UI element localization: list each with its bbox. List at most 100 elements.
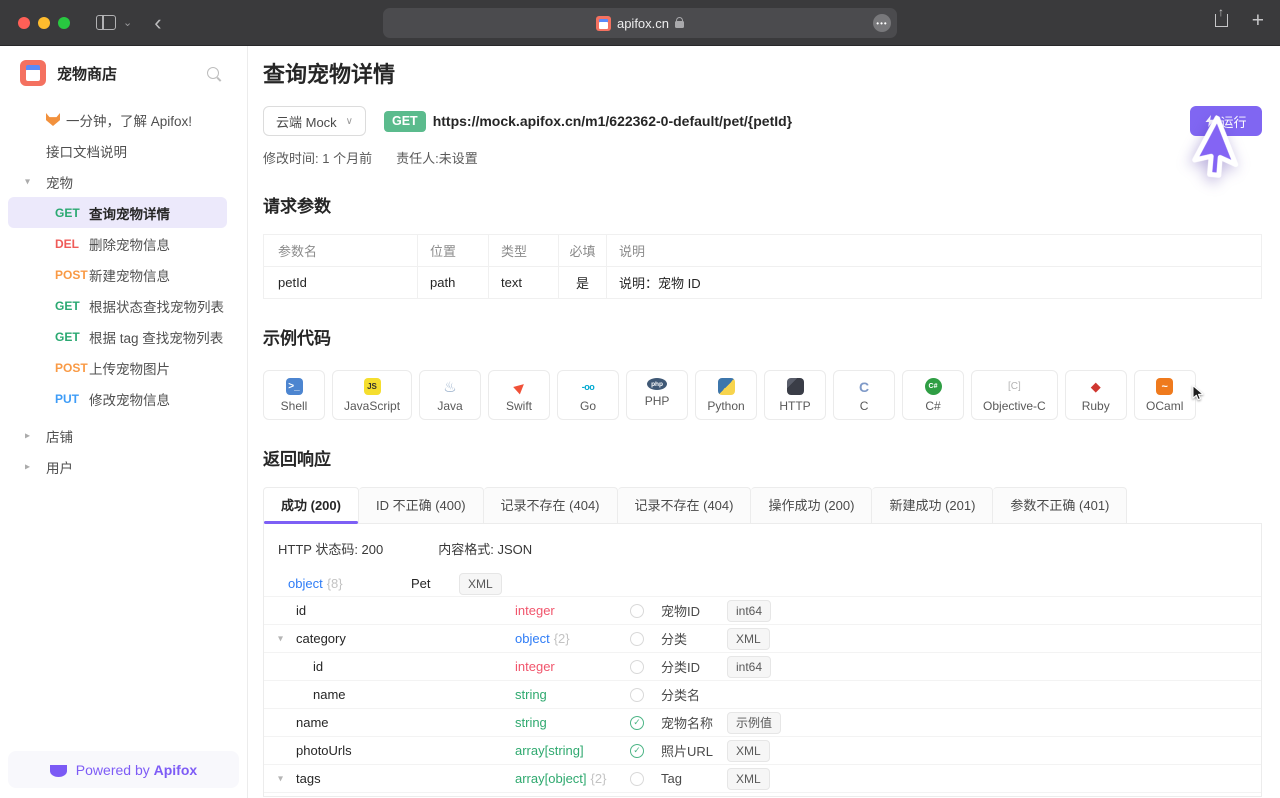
lang-label: HTTP — [779, 399, 810, 413]
schema-badge: int64 — [727, 656, 771, 678]
section-params-title: 请求参数 — [263, 195, 1262, 219]
schema-row: photoUrlsarray[string]照片URLXML — [264, 737, 1261, 765]
lang-card-ruby[interactable]: ◆Ruby — [1065, 370, 1127, 420]
lang-label: C# — [925, 399, 940, 413]
schema-field-desc: 宠物名称 — [661, 713, 727, 732]
lang-card-c-[interactable]: C#C# — [902, 370, 964, 420]
zoom-window-button[interactable] — [58, 17, 70, 29]
main-content: 查询宠物详情 云端 Mock ∨ GET https://mock.apifox… — [248, 46, 1280, 798]
sidebar-item-label: 查询宠物详情 — [89, 203, 170, 223]
lang-card-python[interactable]: Python — [695, 370, 757, 420]
xml-badge[interactable]: XML — [727, 628, 770, 650]
fox-emoji-icon — [46, 113, 60, 126]
project-logo — [20, 60, 46, 86]
meta-row: 修改时间: 1 个月前 责任人:未设置 — [263, 148, 1262, 167]
ocaml-icon: ~ — [1156, 378, 1173, 395]
schema-field-type: object{2} — [515, 631, 630, 646]
schema-root-type: object{8} — [288, 576, 411, 591]
lang-card-c[interactable]: CC — [833, 370, 895, 420]
more-circle-icon[interactable]: ••• — [873, 14, 891, 32]
new-tab-plus-icon[interactable]: + — [1252, 9, 1264, 33]
caret-right-icon[interactable]: ▸ — [25, 461, 30, 472]
params-col-header: 位置 — [418, 235, 489, 267]
sidebar-nav: 一分钟，了解 Apifox!接口文档说明▾宠物GET查询宠物详情DEL删除宠物信… — [0, 104, 247, 482]
schema-row: ▾tagsarray[object]{2}TagXML — [264, 765, 1261, 793]
sidebar-item-folder[interactable]: ▸用户 — [0, 451, 247, 482]
response-tab[interactable]: 新建成功 (201) — [872, 487, 993, 524]
sidebar-item-label: 接口文档说明 — [46, 141, 127, 161]
xml-badge[interactable]: XML — [727, 740, 770, 762]
lang-card-http[interactable]: HTTP — [764, 370, 826, 420]
sidebar-item-get-endpoint[interactable]: GET查询宠物详情 — [8, 197, 227, 228]
sidebar-toggle-icon[interactable] — [96, 15, 116, 30]
schema-field-desc: 分类ID — [661, 657, 727, 676]
lang-card-php[interactable]: phpPHP — [626, 370, 688, 420]
xml-badge[interactable]: XML — [459, 573, 502, 595]
swift-icon: ▶ — [507, 374, 531, 398]
optional-circle-icon — [630, 660, 644, 674]
params-col-header: 参数名 — [264, 235, 418, 267]
response-tab[interactable]: 记录不存在 (404) — [618, 487, 752, 524]
lang-card-shell[interactable]: >_Shell — [263, 370, 325, 420]
caret-down-icon[interactable]: ▾ — [278, 773, 283, 784]
schema-field-type: array[object]{2} — [515, 771, 630, 786]
sidebar-header: 宠物商店 — [0, 46, 247, 86]
sidebar-item-label: 一分钟，了解 Apifox! — [66, 110, 192, 130]
schema-field-desc: 宠物ID — [661, 601, 727, 620]
http-status: HTTP 状态码: 200 — [278, 539, 383, 558]
response-tab[interactable]: 记录不存在 (404) — [484, 487, 618, 524]
address-bar[interactable]: apifox.cn ••• — [383, 8, 897, 38]
lang-card-java[interactable]: ♨Java — [419, 370, 481, 420]
method-label: POST — [55, 268, 89, 282]
lang-card-objective-c[interactable]: [C]Objective-C — [971, 370, 1058, 420]
xml-badge[interactable]: XML — [727, 768, 770, 790]
lang-label: Ruby — [1082, 399, 1110, 413]
params-cell: path — [418, 267, 489, 299]
back-icon[interactable]: ‹ — [154, 16, 161, 30]
sidebar-item-label: 宠物 — [46, 172, 73, 192]
sidebar-item-del-endpoint[interactable]: DEL删除宠物信息 — [0, 228, 247, 259]
lang-label: Objective-C — [983, 399, 1046, 413]
share-icon[interactable] — [1215, 14, 1228, 27]
sidebar-item-folder[interactable]: ▾ 宠物 — [0, 166, 247, 197]
section-responses-title: 返回响应 — [263, 448, 1262, 472]
env-select[interactable]: 云端 Mock ∨ — [263, 106, 366, 136]
minimize-window-button[interactable] — [38, 17, 50, 29]
sidebar-item-get-endpoint[interactable]: GET根据状态查找宠物列表 — [0, 290, 247, 321]
method-label: GET — [55, 299, 89, 313]
schema-row: idinteger宠物IDint64 — [264, 597, 1261, 625]
response-tab[interactable]: 成功 (200) — [263, 487, 359, 524]
lang-label: Python — [707, 399, 744, 413]
lang-card-ocaml[interactable]: ~OCaml — [1134, 370, 1196, 420]
lang-card-javascript[interactable]: JSJavaScript — [332, 370, 412, 420]
powered-by-bar[interactable]: Powered by Apifox — [8, 751, 239, 788]
caret-right-icon[interactable]: ▸ — [25, 430, 30, 441]
search-icon[interactable] — [207, 67, 219, 79]
close-window-button[interactable] — [18, 17, 30, 29]
sidebar-item-label: 新建宠物信息 — [89, 265, 170, 285]
method-label: DEL — [55, 237, 89, 251]
run-button[interactable]: 运行 — [1190, 106, 1262, 136]
lang-label: Swift — [506, 399, 532, 413]
lang-card-go[interactable]: -ooGo — [557, 370, 619, 420]
caret-down-icon[interactable]: ▾ — [25, 176, 30, 187]
response-tab[interactable]: 操作成功 (200) — [751, 487, 872, 524]
javascript-icon: JS — [364, 378, 381, 395]
sidebar-item-doc[interactable]: 接口文档说明 — [0, 135, 247, 166]
sidebar-item-put-endpoint[interactable]: PUT修改宠物信息 — [0, 383, 247, 414]
schema-field-name: name — [278, 715, 515, 730]
required-indicator — [630, 744, 656, 758]
caret-down-icon[interactable]: ▾ — [278, 633, 283, 644]
lang-card-swift[interactable]: ▶Swift — [488, 370, 550, 420]
chevron-down-icon[interactable]: ⌄ — [123, 16, 132, 29]
schema-row: namestring分类名 — [264, 681, 1261, 709]
sidebar-item-doc[interactable]: 一分钟，了解 Apifox! — [0, 104, 247, 135]
sidebar-item-post-endpoint[interactable]: POST上传宠物图片 — [0, 352, 247, 383]
type-text: integer — [515, 659, 555, 674]
sidebar-item-folder[interactable]: ▸店铺 — [0, 420, 247, 451]
response-tab[interactable]: ID 不正确 (400) — [359, 487, 484, 524]
sidebar-item-get-endpoint[interactable]: GET根据 tag 查找宠物列表 — [0, 321, 247, 352]
sidebar-item-post-endpoint[interactable]: POST新建宠物信息 — [0, 259, 247, 290]
response-tab[interactable]: 参数不正确 (401) — [993, 487, 1127, 524]
schema-type-count: {8} — [327, 576, 343, 591]
